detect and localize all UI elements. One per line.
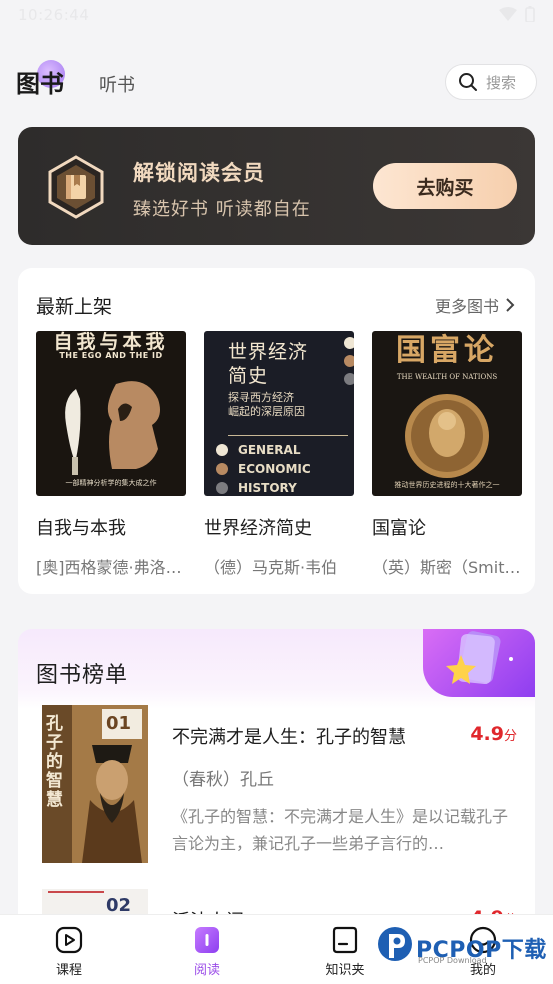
folder-icon: [332, 926, 358, 954]
book-cover: 国富论 THE WEALTH OF NATIONS 推动世界历史进程的十大著作之…: [372, 331, 522, 496]
new-arrivals-title: 最新上架: [36, 296, 113, 318]
status-bar: 10:26:44: [0, 0, 553, 32]
ranking-cover-title: 孔子的智慧: [46, 714, 63, 810]
ranking-score-unit: 分: [503, 729, 517, 744]
nav-label: 课程: [55, 963, 82, 978]
ranking-title: 图书榜单: [36, 663, 129, 688]
nav-label: 阅读: [193, 963, 220, 978]
ranking-author: （春秋）孔丘: [172, 770, 274, 790]
cover-coin: [405, 394, 489, 478]
cover-tagline: 一部精神分析学的集大成之作: [65, 479, 157, 487]
book-author: （德）马克斯·韦伯: [204, 558, 338, 577]
ranking-description: 《孔子的智慧：不完满才是人生》是以记载孔子言论为主，兼记孔子一些弟子言行的…: [172, 807, 509, 853]
book-title: 自我与本我: [36, 518, 126, 539]
wifi-icon: [499, 7, 517, 21]
nav-course[interactable]: 课程: [29, 925, 109, 978]
watermark-logo-icon: [378, 927, 412, 961]
cover-illustration: [65, 381, 160, 475]
nav-label: 知识夹: [325, 963, 365, 978]
ranking-cover: 01 孔子的智慧: [42, 705, 148, 863]
cover-red-line: [48, 891, 104, 893]
book-title: 世界经济简史: [204, 518, 312, 539]
buy-button[interactable]: 去购买: [373, 163, 517, 209]
nav-reading[interactable]: 阅读: [167, 925, 247, 978]
more-books-label: 更多图书: [434, 297, 499, 316]
play-icon: [55, 926, 83, 954]
ranking-book-title: 不完满才是人生：孔子的智慧: [172, 727, 406, 748]
tab-audio[interactable]: 听书: [99, 71, 135, 97]
book-author: [奥]西格蒙德·弗洛伊德: [36, 558, 186, 577]
ranking-badge: 02: [106, 895, 132, 916]
reading-icon: [195, 927, 219, 953]
ranking-score: 4.9分: [470, 723, 517, 745]
new-arrivals-card: 最新上架 更多图书 自我与本我 THE EGO AND THE ID 一部精神分…: [18, 268, 535, 594]
search-icon: [459, 73, 477, 91]
book-author: （英）斯密（Smith,A.）: [372, 558, 522, 577]
nav-knowledge[interactable]: 知识夹: [305, 925, 385, 978]
ranking-decoration: [423, 629, 535, 697]
status-time: 10:26:44: [18, 6, 90, 24]
cover-dots: [216, 337, 354, 494]
vip-title: 解锁阅读会员: [133, 161, 265, 185]
ranking-badge: 01: [106, 713, 132, 734]
book-item[interactable]: 国富论 THE WEALTH OF NATIONS 推动世界历史进程的十大著作之…: [372, 331, 522, 578]
watermark: PCPOP下载 PCPOP Download: [376, 926, 548, 968]
search-box[interactable]: 搜索: [445, 64, 537, 100]
book-item[interactable]: 世界经济 简史 探寻西方经济 崛起的深层原因 GENERAL ECONOMIC …: [204, 331, 354, 578]
book-item[interactable]: 自我与本我 THE EGO AND THE ID 一部精神分析学的集大成之作 自…: [36, 331, 186, 578]
book-cover: 世界经济 简史 探寻西方经济 崛起的深层原因 GENERAL ECONOMIC …: [204, 331, 354, 496]
chevron-right-icon: [506, 298, 515, 312]
star-book-icon: [446, 631, 513, 685]
top-tabs: 图书 听书 搜索: [16, 60, 537, 104]
more-books-link[interactable]: 更多图书: [435, 293, 515, 317]
search-placeholder: 搜索: [486, 73, 517, 92]
ranking-item[interactable]: 01 孔子的智慧 不完满才是人生：孔子的智慧 4.9分 （春秋）孔丘 《孔子的智…: [42, 705, 517, 865]
tab-books[interactable]: 图书: [16, 64, 64, 99]
status-icons: [499, 6, 535, 22]
cover-en: THE EGO AND THE ID: [59, 351, 163, 360]
vip-banner[interactable]: 解锁阅读会员 臻选好书 听读都自在 去购买: [18, 127, 535, 245]
battery-icon: [525, 6, 535, 22]
ranking-score-value: 4.9: [470, 723, 504, 745]
cover-tagline: 推动世界历史进程的十大著作之一: [394, 481, 500, 489]
book-cover: 自我与本我 THE EGO AND THE ID 一部精神分析学的集大成之作: [36, 331, 186, 496]
watermark-sub: PCPOP Download: [418, 956, 487, 965]
book-title: 国富论: [372, 518, 426, 539]
vip-badge-icon: [48, 155, 104, 219]
vip-subtitle: 臻选好书 听读都自在: [133, 199, 311, 220]
